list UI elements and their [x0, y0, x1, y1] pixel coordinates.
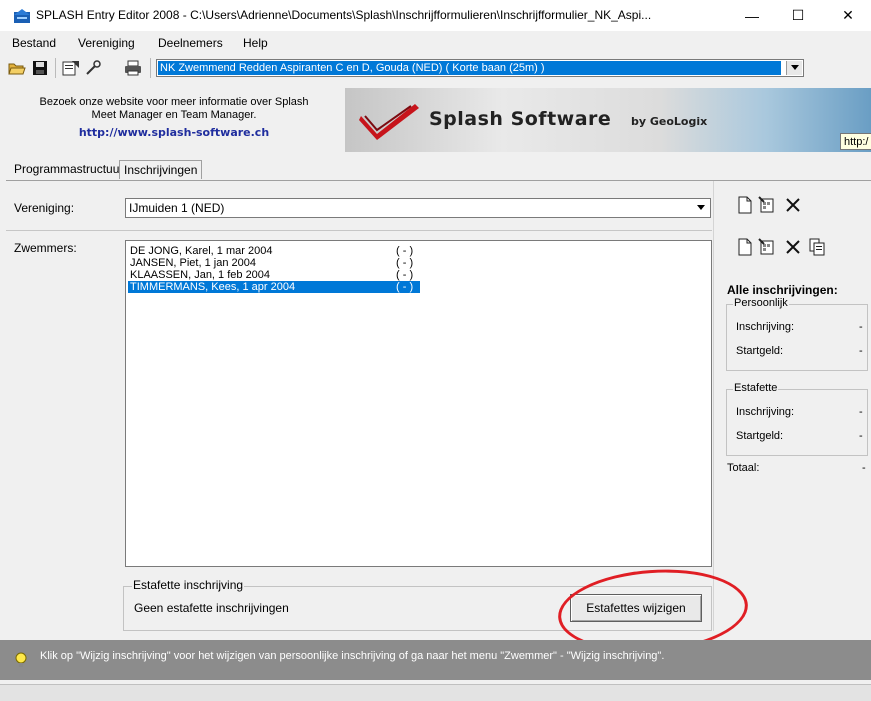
tab-inschrijvingen[interactable]: Inschrijvingen [119, 160, 203, 179]
total-value: - [862, 462, 866, 474]
info-banner: Bezoek onze website voor meer informatie… [6, 89, 342, 151]
close-button[interactable]: ✕ [825, 0, 871, 31]
website-link[interactable]: http://www.splash-software.ch [6, 126, 342, 139]
relay-fee-label: Startgeld: [736, 430, 784, 442]
menu-bar: Bestand Vereniging Deelnemers Help [0, 33, 871, 53]
edit-swimmer-icon[interactable] [758, 238, 776, 256]
minimize-button[interactable]: — [729, 0, 775, 31]
menu-deelnemers[interactable]: Deelnemers [158, 36, 223, 50]
save-icon[interactable] [31, 59, 49, 77]
banner-line1: Bezoek onze website voor meer informatie… [39, 96, 309, 108]
splash-logo-icon [359, 104, 419, 140]
relay-summary-groupbox [726, 389, 868, 456]
all-entries-title: Alle inschrijvingen: [727, 283, 838, 297]
lightbulb-icon [15, 652, 27, 667]
status-bar [0, 684, 871, 701]
delete-swimmer-icon[interactable] [784, 238, 802, 256]
personal-fee-value: - [859, 345, 863, 357]
print-icon[interactable] [124, 59, 142, 77]
meet-select-dropdown-button[interactable] [786, 61, 802, 75]
personal-entry-label: Inschrijving: [736, 321, 795, 333]
relay-fee-value: - [859, 430, 863, 442]
club-select[interactable]: IJmuiden 1 (NED) [125, 198, 711, 218]
menu-help[interactable]: Help [243, 36, 268, 50]
splash-banner-image[interactable]: Splash Software by GeoLogix [345, 88, 871, 152]
menu-bestand[interactable]: Bestand [12, 36, 56, 50]
relay-status-text: Geen estafette inschrijvingen [134, 601, 289, 615]
edit-club-icon[interactable] [758, 196, 776, 214]
splash-app-icon [14, 9, 30, 23]
chevron-down-icon [790, 65, 799, 70]
club-select-dropdown-button[interactable] [693, 200, 709, 216]
banner-by: by GeoLogix [631, 115, 708, 128]
window-title: SPLASH Entry Editor 2008 - C:\Users\Adri… [36, 8, 652, 22]
relay-summary-title: Estafette [733, 382, 779, 394]
club-label: Vereniging: [14, 201, 75, 215]
club-select-value: IJmuiden 1 (NED) [129, 201, 225, 215]
personal-title: Persoonlijk [733, 297, 789, 309]
personal-entry-value: - [859, 321, 863, 333]
meet-select[interactable]: NK Zwemmend Redden Aspiranten C en D, Go… [156, 59, 804, 77]
relay-group-title: Estafette inschrijving [132, 578, 245, 592]
delete-club-icon[interactable] [784, 196, 802, 214]
url-tooltip: http:/ [840, 133, 871, 150]
maximize-button[interactable]: ☐ [775, 0, 821, 31]
chevron-down-icon [697, 205, 705, 210]
wrench-icon[interactable] [84, 59, 102, 77]
meet-select-value: NK Zwemmend Redden Aspiranten C en D, Go… [158, 61, 781, 75]
properties-icon[interactable] [62, 59, 80, 77]
hint-bar: Klik op "Wijzig inschrijving" voor het w… [0, 640, 871, 680]
new-club-icon[interactable] [736, 196, 754, 214]
relay-entry-value: - [859, 406, 863, 418]
personal-groupbox [726, 304, 868, 371]
relay-entry-label: Inschrijving: [736, 406, 795, 418]
banner-line2: Meet Manager en Team Manager. [91, 109, 257, 121]
total-label: Totaal: [727, 462, 760, 474]
personal-fee-label: Startgeld: [736, 345, 784, 357]
copy-swimmer-icon[interactable] [808, 238, 826, 256]
title-bar: SPLASH Entry Editor 2008 - C:\Users\Adri… [0, 0, 871, 31]
new-swimmer-icon[interactable] [736, 238, 754, 256]
list-item-selected[interactable]: TIMMERMANS, Kees, 1 apr 2004 ( - ) [128, 281, 420, 293]
open-icon[interactable] [8, 59, 26, 77]
tab-programmastructuur[interactable]: Programmastructuur [14, 160, 123, 178]
hint-text: Klik op "Wijzig inschrijving" voor het w… [40, 650, 665, 662]
menu-vereniging[interactable]: Vereniging [78, 36, 135, 50]
swimmers-label: Zwemmers: [14, 241, 77, 255]
banner-brand: Splash Software [429, 108, 612, 130]
swimmers-list[interactable]: DE JONG, Karel, 1 mar 2004 ( - ) JANSEN,… [125, 240, 712, 567]
